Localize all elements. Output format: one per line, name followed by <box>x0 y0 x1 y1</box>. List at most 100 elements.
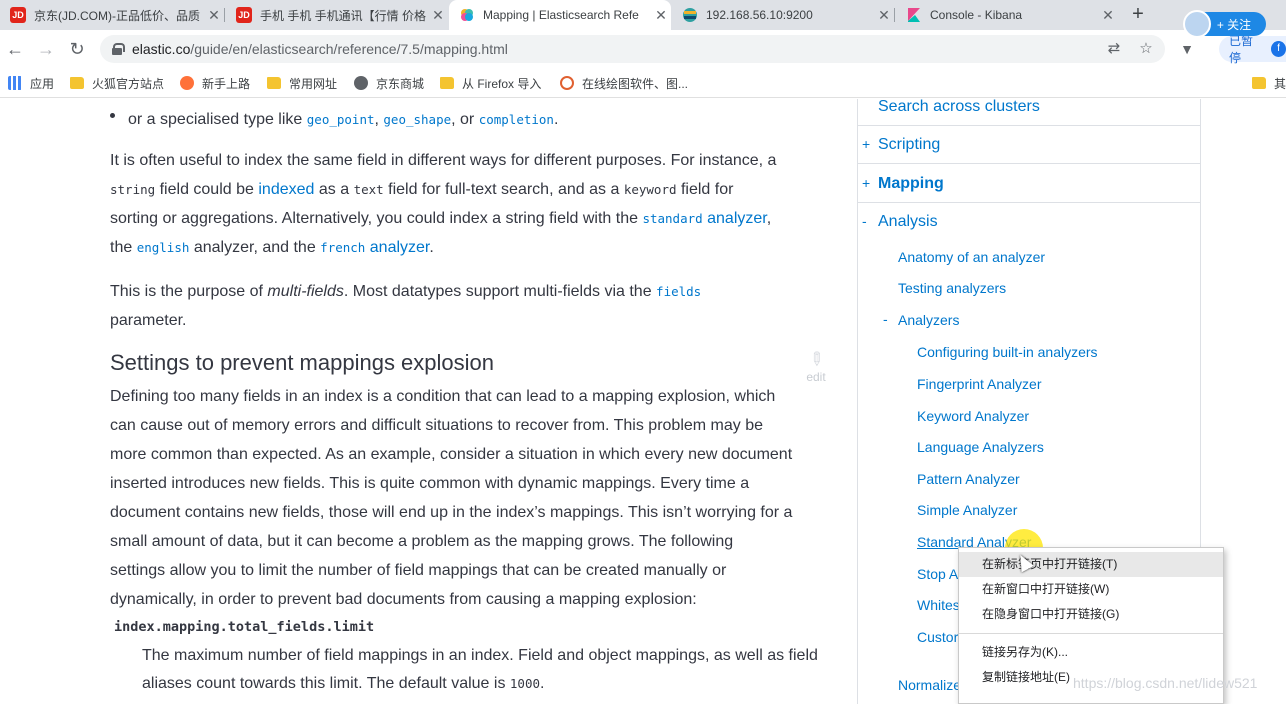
url-path: /guide/en/elasticsearch/reference/7.5/ma… <box>190 41 508 57</box>
close-icon[interactable]: ✕ <box>874 7 894 24</box>
folder-icon <box>440 77 454 89</box>
sidebar-item-pattern[interactable]: Pattern Analyzer <box>917 471 1020 487</box>
tab-mapping-docs[interactable]: Mapping | Elasticsearch Refe ✕ <box>449 0 671 30</box>
text: field could be <box>159 181 254 198</box>
text: or a specialised type like <box>128 111 303 128</box>
english-code-link[interactable]: english <box>137 240 190 255</box>
menu-open-new-tab[interactable]: 在新标签页中打开链接(T) <box>959 552 1223 577</box>
edit-link[interactable]: ✎ edit <box>802 347 830 384</box>
bookmark-firefox-site[interactable]: 火狐官方站点 <box>70 74 164 92</box>
sidebar-item-custom[interactable]: Custor <box>917 629 958 645</box>
sidebar-item-mapping[interactable]: Mapping <box>878 175 944 193</box>
standard-code-link[interactable]: standard <box>642 211 702 226</box>
sidebar-item-language[interactable]: Language Analyzers <box>917 439 1044 455</box>
text-line: more common than expected. As an example… <box>110 446 793 463</box>
bookmark-apps[interactable]: 应用 <box>8 74 54 92</box>
section-heading: Settings to prevent mappings explosion <box>110 350 495 375</box>
tab-strip: JD 京东(JD.COM)-正品低价、品质 ✕ JD 手机 手机 手机通讯【行情… <box>0 0 1286 30</box>
close-icon[interactable]: ✕ <box>428 7 448 24</box>
star-icon[interactable]: ☆ <box>1136 39 1156 59</box>
menu-open-incognito[interactable]: 在隐身窗口中打开链接(G) <box>959 602 1223 627</box>
tab-jd-home[interactable]: JD 京东(JD.COM)-正品低价、品质 ✕ <box>0 0 224 30</box>
code-string: string <box>110 182 156 197</box>
close-icon[interactable]: ✕ <box>204 7 224 24</box>
text: . Most datatypes support multi-fields vi… <box>343 283 652 300</box>
code-text: text <box>353 182 384 197</box>
bookmark-getting-started[interactable]: 新手上路 <box>180 74 250 92</box>
close-icon[interactable]: ✕ <box>651 7 671 24</box>
sidebar-item-whitespace[interactable]: Whites <box>917 597 960 613</box>
bookmark-other[interactable]: 其 <box>1252 74 1286 92</box>
tab-es-node[interactable]: 192.168.56.10:9200 ✕ <box>672 0 894 30</box>
sidebar-row: Search across clusters <box>858 99 1200 126</box>
sidebar-item-keyword[interactable]: Keyword Analyzer <box>917 408 1029 424</box>
menu-open-new-window[interactable]: 在新窗口中打开链接(W) <box>959 577 1223 602</box>
sidebar-item-simple[interactable]: Simple Analyzer <box>917 502 1017 518</box>
french-code-link[interactable]: french <box>320 240 365 255</box>
bookmark-common-sites[interactable]: 常用网址 <box>267 74 337 92</box>
paragraph-multi-index: It is often useful to index the same fie… <box>110 152 777 256</box>
tab-title: 手机 手机 手机通讯【行情 价格 <box>260 8 427 23</box>
new-tab-button[interactable]: + <box>1126 3 1150 27</box>
setting-description: The maximum number of field mappings in … <box>142 642 818 698</box>
sidebar-item-scripting[interactable]: Scripting <box>878 136 940 154</box>
geo-shape-link[interactable]: geo_shape <box>383 112 451 127</box>
french-analyzer-link[interactable]: analyzer <box>370 239 430 256</box>
sidebar-item-analysis[interactable]: Analysis <box>878 213 938 231</box>
text-line: inserted introduces new fields. This is … <box>110 475 750 492</box>
text-line: document contains new fields, those will… <box>110 504 793 521</box>
bookmark-jd-mall[interactable]: 京东商城 <box>354 74 424 92</box>
close-icon[interactable]: ✕ <box>1098 7 1118 24</box>
apps-icon <box>8 76 22 90</box>
fields-code-link[interactable]: fields <box>656 284 701 299</box>
bullet-dot <box>110 113 115 118</box>
watermark: https://blog.csdn.net/lidew521 <box>1073 675 1258 691</box>
bookmark-firefox-import[interactable]: 从 Firefox 导入 <box>440 74 541 92</box>
sidebar-item-stop[interactable]: Stop A <box>917 566 958 582</box>
geo-point-link[interactable]: geo_point <box>307 112 375 127</box>
menu-save-link-as[interactable]: 链接另存为(K)... <box>959 640 1223 665</box>
standard-analyzer-link[interactable]: analyzer <box>707 210 767 227</box>
sidebar-row: + Mapping <box>858 164 1200 203</box>
text: the <box>110 239 133 256</box>
code-default-value: 1000 <box>509 676 540 691</box>
sidebar-item-testing[interactable]: Testing analyzers <box>898 280 1006 296</box>
elastic-icon <box>682 7 698 23</box>
sidebar-item-fingerprint[interactable]: Fingerprint Analyzer <box>917 376 1042 392</box>
sidebar-item-analyzers[interactable]: Analyzers <box>898 312 959 328</box>
extension-icon[interactable]: ▼ <box>1178 40 1196 58</box>
text: as a <box>318 181 350 198</box>
reload-button[interactable]: ↻ <box>64 36 90 62</box>
forward-button[interactable]: → <box>33 36 59 62</box>
back-button[interactable]: ← <box>2 36 28 62</box>
tab-jd-phones[interactable]: JD 手机 手机 手机通讯【行情 价格 ✕ <box>226 0 448 30</box>
collapse-icon[interactable]: - <box>883 311 888 327</box>
bookmark-label: 应用 <box>30 76 55 91</box>
bookmark-drawing[interactable]: 在线绘图软件、图... <box>560 74 688 92</box>
sidebar-item-normalizers[interactable]: Normalize <box>898 677 961 693</box>
tab-kibana-console[interactable]: Console - Kibana ✕ <box>896 0 1118 30</box>
setting-name: index.mapping.total_fields.limit <box>114 619 375 635</box>
collapse-icon[interactable]: - <box>862 213 867 229</box>
address-bar[interactable]: elastic.co/guide/en/elasticsearch/refere… <box>100 35 1165 63</box>
completion-link[interactable]: completion <box>479 112 554 127</box>
bookmark-label: 京东商城 <box>376 76 425 91</box>
indexed-link[interactable]: indexed <box>258 181 314 198</box>
expand-icon[interactable]: + <box>862 136 870 152</box>
tab-title: Console - Kibana <box>930 8 1023 22</box>
text: This is the purpose of <box>110 283 263 300</box>
expand-icon[interactable]: + <box>862 175 870 191</box>
paused-label: 已暂停 <box>1229 34 1254 65</box>
sidebar-item-anatomy[interactable]: Anatomy of an analyzer <box>898 249 1045 265</box>
bookmark-label: 从 Firefox 导入 <box>462 76 542 91</box>
text-line: settings allow you to limit the number o… <box>110 562 727 579</box>
browser-toolbar: ← → ↻ elastic.co/guide/en/elasticsearch/… <box>0 30 1286 68</box>
elastic-icon <box>459 7 475 23</box>
text: field for <box>680 181 734 198</box>
profile-paused-button[interactable]: 已暂停 f <box>1219 34 1286 65</box>
translate-icon[interactable]: ⇄ <box>1104 39 1124 59</box>
edit-label: edit <box>806 370 826 384</box>
sidebar-item-search-across-clusters[interactable]: Search across clusters <box>878 99 1040 116</box>
folder-icon <box>70 77 84 89</box>
sidebar-item-configuring[interactable]: Configuring built-in analyzers <box>917 344 1098 360</box>
